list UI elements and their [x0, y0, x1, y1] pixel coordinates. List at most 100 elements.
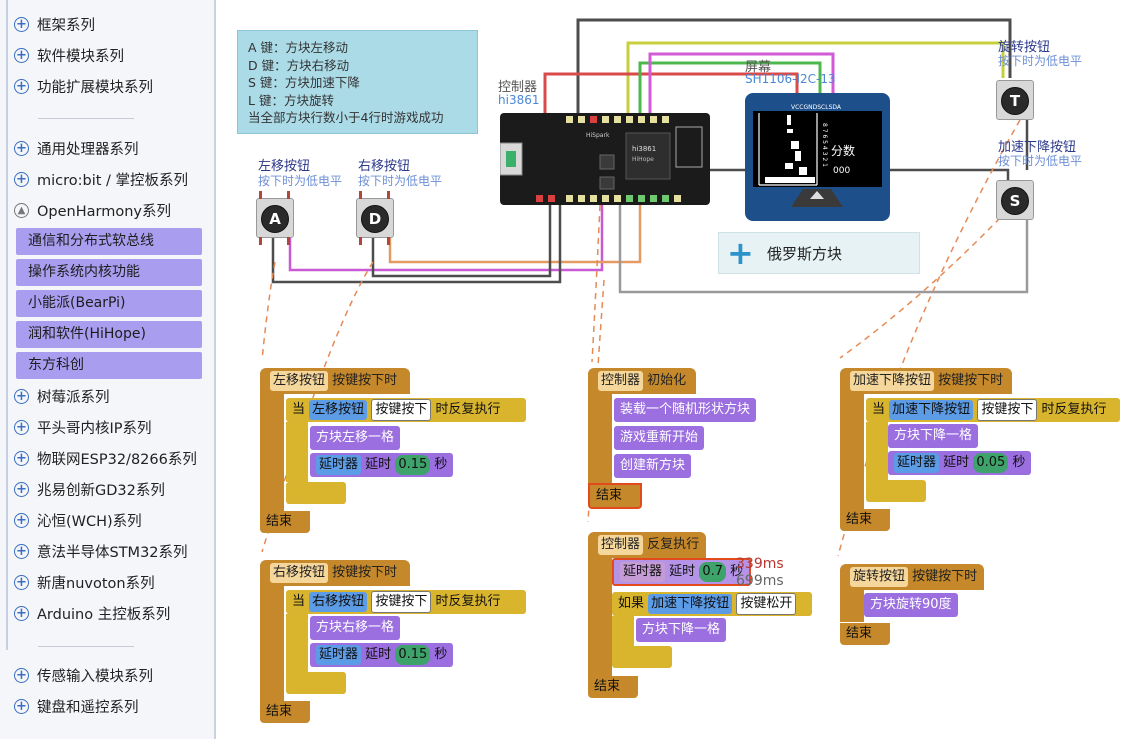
- sidebar-item-stm32[interactable]: + 意法半导体STM32系列: [14, 538, 188, 564]
- oled-screen[interactable]: VCCGNDSCLSDA 8 7 6 5 4 3 2 1 分数 000: [745, 93, 890, 221]
- controller-board[interactable]: hi3861 HiHope HiSpark: [500, 113, 710, 205]
- sidebar-subitem-bearpi[interactable]: 小能派(BearPi): [16, 290, 202, 317]
- sidebar-item-label: 物联网ESP32/8266系列: [37, 451, 197, 468]
- delay-block[interactable]: 延时器 延时 0.15 秒: [310, 453, 454, 477]
- sidebar-item-label: 树莓派系列: [37, 389, 110, 406]
- sidebar-item-label: 传感输入模块系列: [37, 668, 153, 685]
- sidebar-item-arduino[interactable]: + Arduino 主控板系列: [14, 600, 170, 626]
- hat-target: 右移按钮: [270, 563, 329, 583]
- action-move-left[interactable]: 方块左移一格: [310, 426, 401, 450]
- board-graphic: hi3861 HiHope HiSpark: [500, 116, 703, 202]
- plus-circle-icon: +: [14, 512, 29, 528]
- cond-state-select[interactable]: 按键按下: [977, 399, 1038, 421]
- right-button-hint: 按下时为低电平: [358, 174, 443, 188]
- sidebar-subitem-dongfang[interactable]: 东方科创: [16, 352, 202, 379]
- delay-target: 延时器: [316, 455, 362, 475]
- sidebar-item-sensors[interactable]: + 传感输入模块系列: [14, 662, 153, 688]
- sidebar-item-label: 功能扩展模块系列: [37, 79, 153, 96]
- hat-event: 按键按下时: [332, 373, 398, 388]
- sidebar-item-framework[interactable]: + 框架系列: [14, 11, 95, 37]
- plus-circle-icon: +: [14, 450, 29, 466]
- sidebar-item-esp32[interactable]: + 物联网ESP32/8266系列: [14, 445, 197, 471]
- note-line: 当全部方块行数小于4行时游戏成功: [248, 110, 444, 125]
- action-drop-one[interactable]: 方块下降一格: [636, 618, 727, 642]
- sidebar-item-label: 框架系列: [37, 17, 95, 34]
- sidebar-item-wch[interactable]: + 沁恒(WCH)系列: [14, 507, 142, 533]
- cond-state-select[interactable]: 按键按下: [371, 591, 432, 613]
- plus-circle-icon: +: [14, 605, 29, 621]
- sidebar-item-microbit[interactable]: + micro:bit / 掌控板系列: [14, 166, 188, 192]
- hat-target: 旋转按钮: [850, 567, 909, 587]
- sidebar-item-general-processors[interactable]: + 通用处理器系列: [14, 135, 139, 161]
- oled-graphic: VCCGNDSCLSDA 8 7 6 5 4 3 2 1 分数 000: [753, 104, 882, 207]
- delay-unit: 秒: [434, 647, 448, 662]
- delay-value-input[interactable]: 0.05: [973, 453, 1009, 473]
- sidebar-item-gd32[interactable]: + 兆易创新GD32系列: [14, 476, 165, 502]
- note-line: L 键：方块旋转: [248, 92, 334, 108]
- block-end: 结束: [840, 623, 890, 645]
- sidebar-subitem-kernel[interactable]: 操作系统内核功能: [16, 259, 202, 286]
- sidebar-subitem-hihope[interactable]: 润和软件(HiHope): [16, 321, 202, 348]
- action-move-right[interactable]: 方块右移一格: [310, 616, 401, 640]
- sidebar-item-extension-modules[interactable]: + 功能扩展模块系列: [14, 73, 153, 99]
- plus-circle-icon: +: [14, 16, 29, 32]
- note-line: A 键：方块左移动: [248, 40, 349, 55]
- sidebar-item-label: OpenHarmony系列: [37, 203, 171, 220]
- repeat-label: 时反复执行: [435, 594, 501, 609]
- cond-state-select[interactable]: 按键松开: [736, 593, 797, 615]
- sidebar-rail: [6, 0, 8, 650]
- fast-tactile-button[interactable]: S: [996, 180, 1034, 220]
- collapse-circle-icon: ▲: [14, 202, 29, 218]
- sidebar-item-label: 沁恒(WCH)系列: [37, 513, 142, 530]
- instruction-note[interactable]: A 键：方块左移动 D 键：方块右移动 S 键：方块加速下降 L 键：方块旋转 …: [237, 30, 478, 134]
- when-label: 当: [872, 402, 886, 417]
- tetris-module[interactable]: + 俄罗斯方块: [718, 232, 920, 274]
- action-drop-one[interactable]: 方块下降一格: [888, 424, 979, 448]
- delay-block[interactable]: 延时器 延时 0.7 秒: [612, 558, 752, 586]
- note-line: D 键：方块右移动: [248, 57, 350, 73]
- rotate-tactile-button[interactable]: T: [996, 80, 1034, 120]
- runtime-previous: 699ms: [736, 573, 784, 589]
- right-button-key: D: [361, 205, 389, 233]
- module-sidebar: + 框架系列 + 软件模块系列 + 功能扩展模块系列 + 通用处理器系列 + micro:…: [0, 0, 216, 739]
- delay-block[interactable]: 延时器 延时 0.15 秒: [310, 643, 454, 667]
- tetris-module-label: 俄罗斯方块: [767, 245, 843, 263]
- plus-circle-icon: +: [14, 574, 29, 590]
- sidebar-item-pingtouge[interactable]: + 平头哥内核IP系列: [14, 414, 152, 440]
- sidebar-item-software-modules[interactable]: + 软件模块系列: [14, 42, 124, 68]
- hat-event: 初始化: [647, 373, 687, 388]
- plus-circle-icon: +: [14, 47, 29, 63]
- delay-block[interactable]: 延时器 延时 0.05 秒: [888, 451, 1032, 475]
- sidebar-item-keyboard-remote[interactable]: + 键盘和遥控系列: [14, 693, 139, 719]
- delay-value-input[interactable]: 0.15: [395, 645, 431, 665]
- sidebar-subitem-softbus[interactable]: 通信和分布式软总线: [16, 228, 202, 255]
- plus-circle-icon: +: [14, 78, 29, 94]
- repeat-label: 时反复执行: [1041, 402, 1107, 417]
- sidebar-item-nuvoton[interactable]: + 新唐nuvoton系列: [14, 569, 155, 595]
- cond-state-select[interactable]: 按键按下: [371, 399, 432, 421]
- fast-button-hint: 按下时为低电平: [998, 154, 1083, 168]
- sidebar-item-label: 通用处理器系列: [37, 141, 139, 158]
- hat-event: 按键按下时: [938, 373, 1004, 388]
- sidebar-item-raspberry[interactable]: + 树莓派系列: [14, 383, 110, 409]
- delay-value-input[interactable]: 0.7: [699, 562, 726, 582]
- sidebar-item-label: 兆易创新GD32系列: [37, 482, 165, 499]
- oled-score-value: 000: [833, 166, 850, 176]
- board-brand: HiSpark: [586, 132, 610, 139]
- block-end: 结束: [840, 509, 890, 531]
- runtime-current: 339ms: [736, 556, 784, 572]
- delay-value-input[interactable]: 0.15: [395, 455, 431, 475]
- oled-score-label: 分数: [831, 143, 855, 158]
- action-restart-game[interactable]: 游戏重新开始: [614, 426, 705, 450]
- plus-circle-icon: +: [14, 140, 29, 156]
- sidebar-divider: [38, 646, 134, 647]
- oled-score-digits: 8 7 6 5 4 3 2 1: [821, 123, 828, 167]
- sidebar-item-openharmony[interactable]: ▲ OpenHarmony系列: [14, 197, 171, 223]
- action-create-block[interactable]: 创建新方块: [614, 454, 692, 478]
- right-tactile-button[interactable]: D: [356, 191, 394, 245]
- sidebar-item-label: 新唐nuvoton系列: [37, 575, 155, 592]
- action-load-random-block[interactable]: 装载一个随机形状方块: [614, 398, 757, 422]
- action-rotate-90[interactable]: 方块旋转90度: [864, 593, 958, 617]
- sidebar-divider: [38, 118, 134, 119]
- left-tactile-button[interactable]: A: [256, 191, 294, 245]
